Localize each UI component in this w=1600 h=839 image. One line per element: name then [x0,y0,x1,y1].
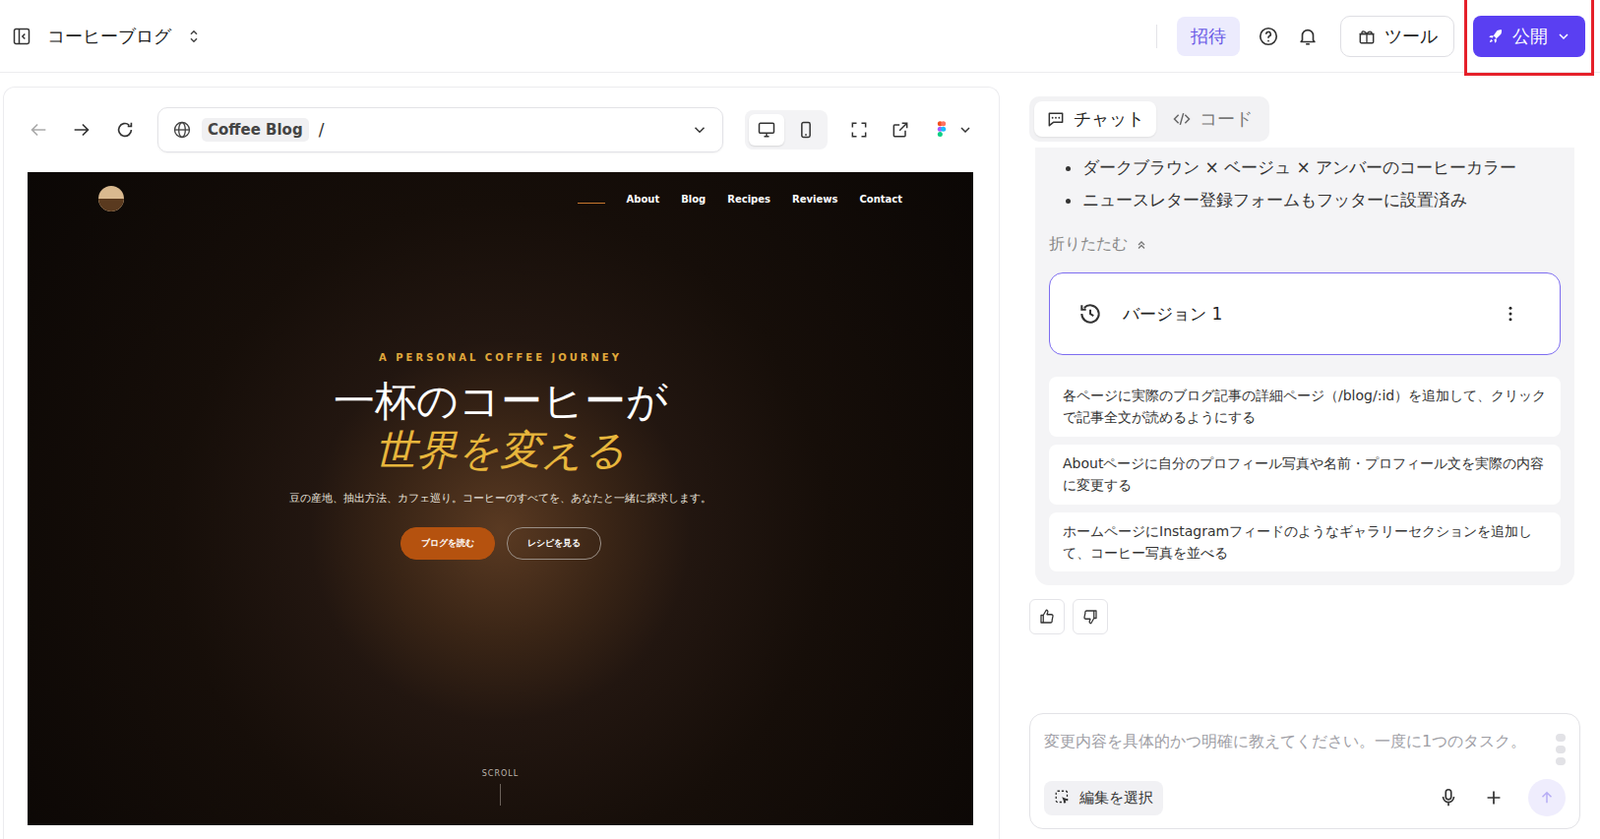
nav-link[interactable] [577,194,606,204]
message-composer: 変更内容を具体的かつ明確に教えてください。一度に1つのタスク。編集を選択 [1029,713,1581,830]
panel-tab[interactable]: コード [1160,101,1265,137]
input-scrollbar [1555,728,1566,766]
gift-icon [1356,26,1377,47]
select-cursor-icon [1053,789,1072,807]
site-hero: About Blog Recipes Reviews Contact A PERSONAL… [27,172,974,826]
hero-subtitle: 豆の産地、抽出方法、カフェ巡り。コーヒーのすべてを、あなたと一緒に探求します。 [289,491,712,506]
preview-toolbar: Coffee Blog / [27,105,974,155]
suggestion-chip[interactable]: ホームページにInstagramフィードのようなギャラリーセクションを追加して、… [1048,512,1561,573]
hero-title-accent: 世界を変える [374,426,626,476]
history-icon [1077,301,1104,327]
chat-bubble-icon [1046,109,1066,129]
tools-button[interactable]: ツール [1340,15,1455,58]
project-name[interactable]: コーヒーブログ [47,24,172,49]
hero-button[interactable]: レシピを見る [506,527,602,560]
external-link-icon[interactable] [890,120,911,140]
preview-panel: Coffee Blog / About Blog Recipes Reviews Conta… [2,86,1000,839]
monitor-icon [756,120,777,140]
top-bar: コーヒーブログ 招待 ツール公開 [0,0,1600,73]
forward-arrow-icon[interactable] [70,119,93,141]
invite-button[interactable]: 招待 [1176,16,1240,57]
back-arrow-icon[interactable] [27,119,50,141]
chevron-down-icon [1555,28,1572,45]
nav-link[interactable]: Blog [680,189,706,209]
thumbs-down-icon [1081,608,1100,626]
nav-link[interactable]: Recipes [727,189,771,209]
chevron-down-icon[interactable] [690,121,709,139]
version-card[interactable]: バージョン 1 [1048,272,1561,356]
thumbs-up-icon [1038,608,1056,626]
suggestion-chip[interactable]: 各ページに実際のブログ記事の詳細ページ（/blog/:id）を追加して、クリック… [1048,376,1561,437]
refresh-icon[interactable] [114,119,136,141]
rocket-icon [1486,27,1505,46]
hero-eyebrow: A PERSONAL COFFEE JOURNEY [378,352,622,364]
send-button[interactable] [1528,779,1566,817]
panel-tab[interactable]: チャット [1034,101,1157,137]
desktop-view-button[interactable] [748,114,785,146]
microphone-icon[interactable] [1437,787,1460,809]
select-edit-button[interactable]: 編集を選択 [1044,781,1164,816]
message-input[interactable]: 変更内容を具体的かつ明確に教えてください。一度に1つのタスク。 [1044,728,1546,766]
suggestion-chip[interactable]: Aboutページに自分のプロフィール写真や名前・プロフィール文を実際の内容に変更… [1048,444,1561,505]
hero-button[interactable]: ブログを読む [400,527,495,560]
app-window: コーヒーブログ 招待 ツール公開 Coffee Blog / About Blog Recip… [0,0,1600,839]
url-field[interactable]: Coffee Blog / [157,107,724,153]
kebab-menu-icon[interactable] [1500,304,1521,324]
help-icon[interactable] [1257,25,1280,48]
figma-menu[interactable] [931,120,974,140]
phone-icon [796,120,816,140]
fullscreen-icon[interactable] [849,120,869,140]
publish-highlight: 公開 [1464,0,1595,76]
url-path: / [318,120,325,140]
chat-history: ダークブラウン × ベージュ × アンバーのコーヒーカラーニュースレター登録フォ… [1035,147,1575,586]
thumbs-down-button[interactable] [1072,599,1108,635]
chat-panel: チャットコードダークブラウン × ベージュ × アンバーのコーヒーカラーニュース… [1013,86,1595,839]
message-bullet: ダークブラウン × ベージュ × アンバーのコーヒーカラー [1082,151,1561,185]
code-icon [1171,109,1192,129]
device-toggle [744,110,828,150]
panel-tabs: チャットコード [1029,96,1270,142]
arrow-up-icon [1538,789,1556,807]
publish-button[interactable]: 公開 [1473,15,1586,58]
nav-link[interactable]: Reviews [792,189,838,209]
coffee-logo-icon[interactable] [98,185,124,212]
bell-icon[interactable] [1296,25,1319,48]
globe-icon [172,120,192,140]
collapse-toggle[interactable]: 折りたたむ [1048,234,1561,255]
site-chip: Coffee Blog [201,118,309,142]
double-chevron-up-icon [1135,239,1148,251]
message-bullet: ニュースレター登録フォームもフッターに設置済み [1082,184,1561,217]
sidebar-toggle-icon[interactable] [11,26,32,47]
scroll-hint: SCROLL [27,769,974,826]
divider [1156,24,1158,49]
chevron-down-icon [957,122,974,138]
figma-icon [931,120,952,140]
site-nav: About Blog Recipes Reviews Contact [27,172,974,212]
nav-link[interactable]: About [626,189,661,209]
plus-icon[interactable] [1482,787,1505,809]
hero-title: 一杯のコーヒーが [333,376,669,427]
thumbs-up-button[interactable] [1029,599,1065,635]
chevron-up-down-icon[interactable] [184,27,203,46]
mobile-view-button[interactable] [788,114,824,146]
nav-link[interactable]: Contact [859,189,903,209]
